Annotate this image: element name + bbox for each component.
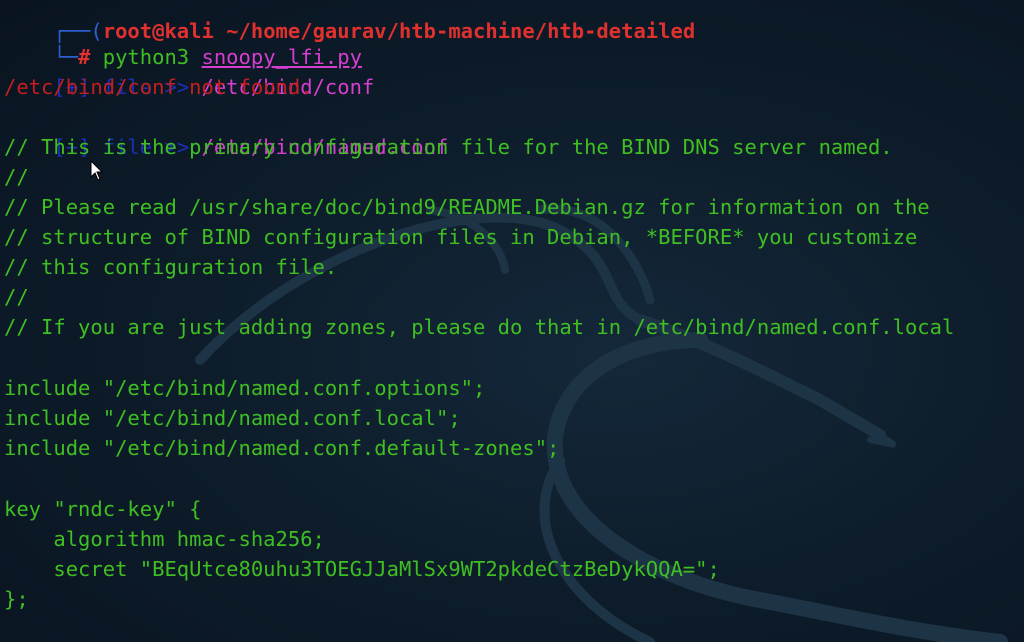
config-comment-line: // If you are just adding zones, please …: [4, 315, 955, 339]
config-key-line: key "rndc-key" {: [4, 497, 202, 521]
config-comment-line: // structure of BIND configuration files…: [4, 225, 918, 249]
error-line: /etc/bind/conf not found.: [4, 75, 313, 99]
config-include-line: include "/etc/bind/named.conf.default-zo…: [4, 436, 560, 460]
config-comment-line: // Please read /usr/share/doc/bind9/READ…: [4, 195, 930, 219]
config-comment-line: // this configuration file.: [4, 255, 338, 279]
config-include-line: include "/etc/bind/named.conf.local";: [4, 406, 461, 430]
config-key-line: algorithm hmac-sha256;: [4, 527, 325, 551]
config-comment-line: // This is the primary configuration fil…: [4, 135, 893, 159]
terminal-window[interactable]: ┌──(root@kali ~/home/gaurav/htb-machine/…: [0, 0, 1024, 642]
config-comment-line: //: [4, 285, 29, 309]
config-secret-line: secret "BEqUtce80uhu3TOEGJJaMlSx9WT2pkde…: [4, 557, 720, 581]
mouse-pointer-icon: [90, 160, 104, 181]
config-key-line: };: [4, 587, 29, 611]
output-line: [+] file >> /etc/bind/named.conf: [4, 102, 448, 159]
config-comment-line: //: [4, 165, 29, 189]
command-line[interactable]: └─# python3 snoopy_lfi.py: [4, 12, 362, 69]
output-line: [+] file >> /etc/bind/conf: [4, 42, 374, 99]
config-include-line: include "/etc/bind/named.conf.options";: [4, 376, 486, 400]
